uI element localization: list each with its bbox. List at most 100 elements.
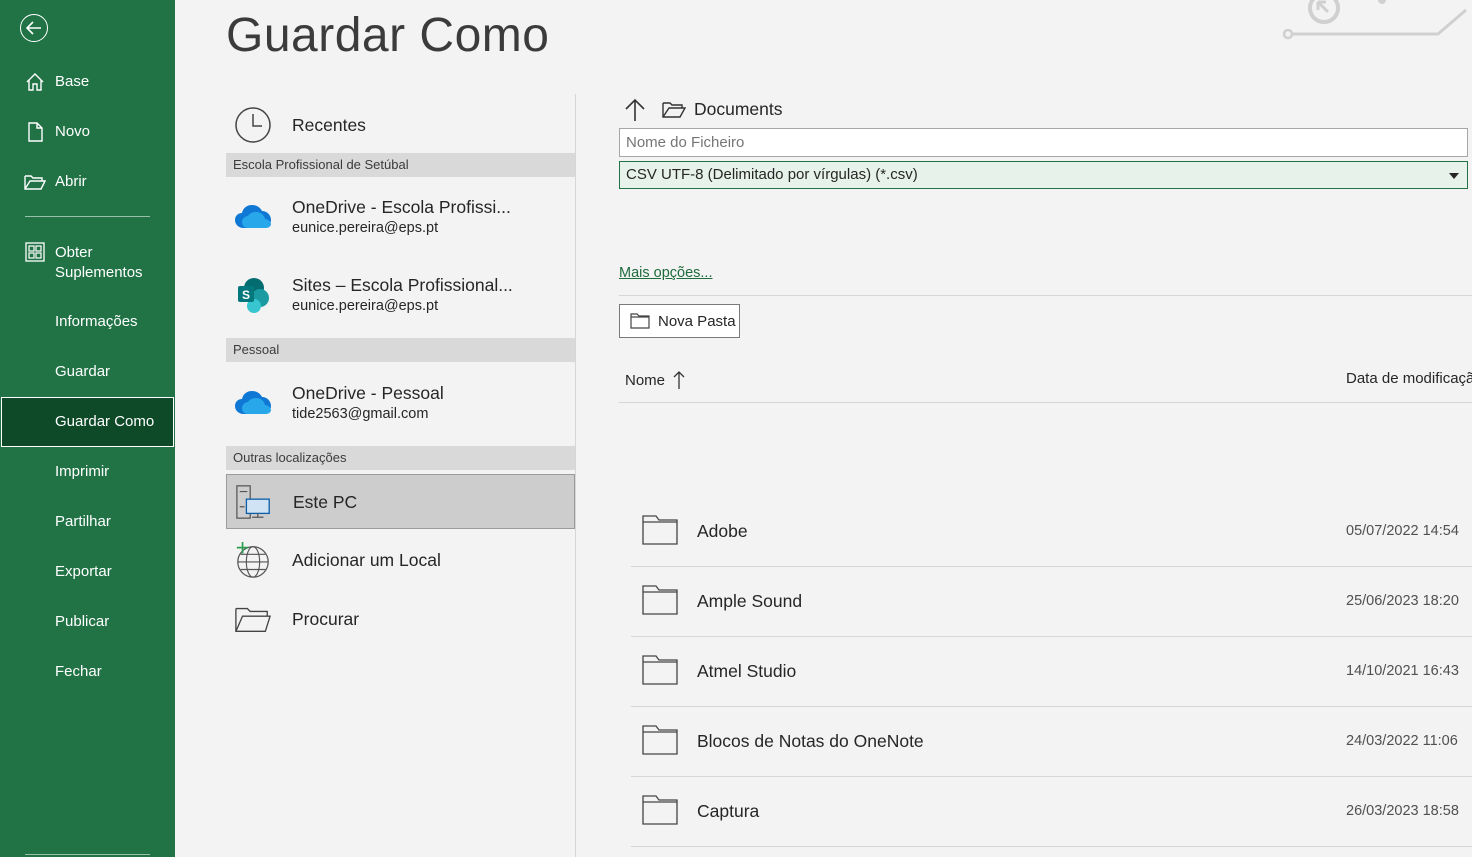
folder-icon — [642, 585, 678, 615]
nav-info-label: Informações — [55, 313, 138, 330]
folder-icon — [662, 102, 686, 118]
sort-ascending-icon — [673, 371, 685, 389]
file-row[interactable]: Atmel Studio 14/10/2021 16:43 — [631, 637, 1472, 707]
nav-print[interactable]: Imprimir — [0, 447, 175, 497]
nav-publish-label: Publicar — [55, 613, 110, 630]
nav-new[interactable]: Novo — [0, 107, 175, 157]
more-options-link[interactable]: Mais opções... — [619, 265, 713, 281]
file-name: Adobe — [697, 521, 748, 541]
file-date: 24/03/2022 11:06 — [1346, 733, 1458, 749]
group-header-personal: Pessoal — [226, 338, 575, 362]
location-sites-school[interactable]: S Sites – Escola Profissional... eunice.… — [226, 258, 575, 332]
column-divider — [575, 94, 576, 857]
nav-close-label: Fechar — [55, 663, 102, 680]
nav-base-label: Base — [55, 73, 90, 90]
onedrive-cloud-icon — [234, 198, 272, 236]
location-onedrive-school-account: eunice.pereira@eps.pt — [292, 220, 439, 236]
location-recent-label: Recentes — [292, 115, 366, 135]
filetype-value: CSV UTF-8 (Delimitado por vírgulas) (*.c… — [626, 166, 918, 183]
folder-icon — [642, 795, 678, 825]
nav-separator-bottom — [25, 854, 150, 855]
globe-plus-icon — [234, 541, 272, 579]
location-sites-school-label: Sites – Escola Profissional... — [292, 275, 513, 295]
nav-new-label: Novo — [55, 123, 91, 140]
location-add-place[interactable]: Adicionar um Local — [226, 532, 575, 588]
computer-icon — [235, 483, 273, 521]
filename-input[interactable] — [619, 128, 1468, 157]
nav-export[interactable]: Exportar — [0, 547, 175, 597]
current-path[interactable]: Documents — [694, 99, 783, 120]
arrow-left-icon — [26, 21, 41, 35]
file-date: 25/06/2023 18:20 — [1346, 593, 1459, 609]
open-folder-icon — [234, 600, 272, 638]
file-date: 14/10/2021 16:43 — [1346, 663, 1459, 679]
clock-icon — [234, 106, 272, 144]
file-row[interactable]: Captura 26/03/2023 18:58 — [631, 777, 1472, 847]
group-header-other: Outras localizações — [226, 446, 575, 470]
nav-publish[interactable]: Publicar — [0, 597, 175, 647]
nav-save[interactable]: Guardar — [0, 347, 175, 397]
svg-text:S: S — [242, 288, 250, 302]
apps-grid-icon — [24, 241, 46, 263]
dropdown-arrow-icon — [1449, 173, 1459, 179]
new-folder-button[interactable]: Nova Pasta — [619, 304, 740, 338]
location-browse-label: Procurar — [292, 609, 360, 629]
nav-save-as-label: Guardar Como — [55, 413, 155, 430]
circuit-decoration — [1282, 0, 1467, 40]
folder-icon — [642, 725, 678, 755]
home-icon — [24, 71, 46, 93]
location-onedrive-school-label: OneDrive - Escola Profissi... — [292, 197, 511, 217]
location-onedrive-personal[interactable]: OneDrive - Pessoal tide2563@gmail.com — [226, 366, 575, 440]
file-name: Captura — [697, 801, 760, 821]
nav-get-addins[interactable]: Obter Suplementos — [0, 237, 175, 289]
group-header-school: Escola Profissional de Setúbal — [226, 153, 575, 177]
nav-info[interactable]: Informações — [0, 297, 175, 347]
file-row[interactable]: Adobe 05/07/2022 14:54 — [631, 497, 1472, 567]
location-recent[interactable]: Recentes — [226, 98, 575, 152]
location-sites-school-account: eunice.pereira@eps.pt — [292, 298, 439, 314]
new-folder-label: Nova Pasta — [658, 312, 736, 330]
nav-save-label: Guardar — [55, 363, 111, 380]
nav-open-label: Abrir — [55, 173, 87, 190]
back-button[interactable] — [20, 14, 48, 42]
file-date: 26/03/2023 18:58 — [1346, 803, 1459, 819]
open-folder-icon — [24, 171, 46, 193]
location-browse[interactable]: Procurar — [226, 591, 575, 647]
file-row[interactable]: Ample Sound 25/06/2023 18:20 — [631, 567, 1472, 637]
file-date: 05/07/2022 14:54 — [1346, 523, 1459, 539]
backstage-sidebar: Base Novo Abrir Obter Suplementos Inform… — [0, 0, 175, 857]
location-add-place-label: Adicionar um Local — [292, 550, 441, 570]
nav-base[interactable]: Base — [0, 57, 175, 107]
folder-icon — [642, 655, 678, 685]
divider — [619, 402, 1472, 403]
nav-share[interactable]: Partilhar — [0, 497, 175, 547]
nav-share-label: Partilhar — [55, 513, 111, 530]
file-name: Ample Sound — [697, 591, 803, 611]
up-arrow-icon[interactable] — [624, 98, 646, 122]
location-this-pc[interactable]: Este PC — [226, 474, 575, 529]
new-document-icon — [24, 121, 46, 143]
file-name: Atmel Studio — [697, 661, 797, 681]
folder-icon — [630, 313, 650, 329]
nav-print-label: Imprimir — [55, 463, 110, 480]
location-onedrive-personal-account: tide2563@gmail.com — [292, 406, 429, 422]
location-this-pc-label: Este PC — [293, 491, 358, 512]
file-row[interactable]: Blocos de Notas do OneNote 24/03/2022 11… — [631, 707, 1472, 777]
filetype-dropdown[interactable]: CSV UTF-8 (Delimitado por vírgulas) (*.c… — [619, 161, 1468, 189]
page-title: Guardar Como — [226, 9, 550, 62]
sharepoint-icon: S — [234, 276, 272, 314]
nav-get-addins-label: Obter Suplementos — [55, 244, 143, 281]
folder-icon — [642, 515, 678, 545]
column-header-date[interactable]: Data de modificação — [1346, 370, 1472, 387]
location-onedrive-school[interactable]: OneDrive - Escola Profissi... eunice.per… — [226, 180, 575, 254]
divider — [619, 295, 1472, 296]
nav-open[interactable]: Abrir — [0, 157, 175, 207]
column-header-name-label: Nome — [625, 371, 666, 389]
nav-save-as[interactable]: Guardar Como — [1, 397, 174, 447]
nav-export-label: Exportar — [55, 563, 112, 580]
column-header-name[interactable]: Nome — [625, 370, 685, 390]
onedrive-cloud-icon — [234, 384, 272, 422]
nav-close[interactable]: Fechar — [0, 647, 175, 697]
location-onedrive-personal-label: OneDrive - Pessoal — [292, 383, 444, 403]
file-name: Blocos de Notas do OneNote — [697, 731, 924, 751]
